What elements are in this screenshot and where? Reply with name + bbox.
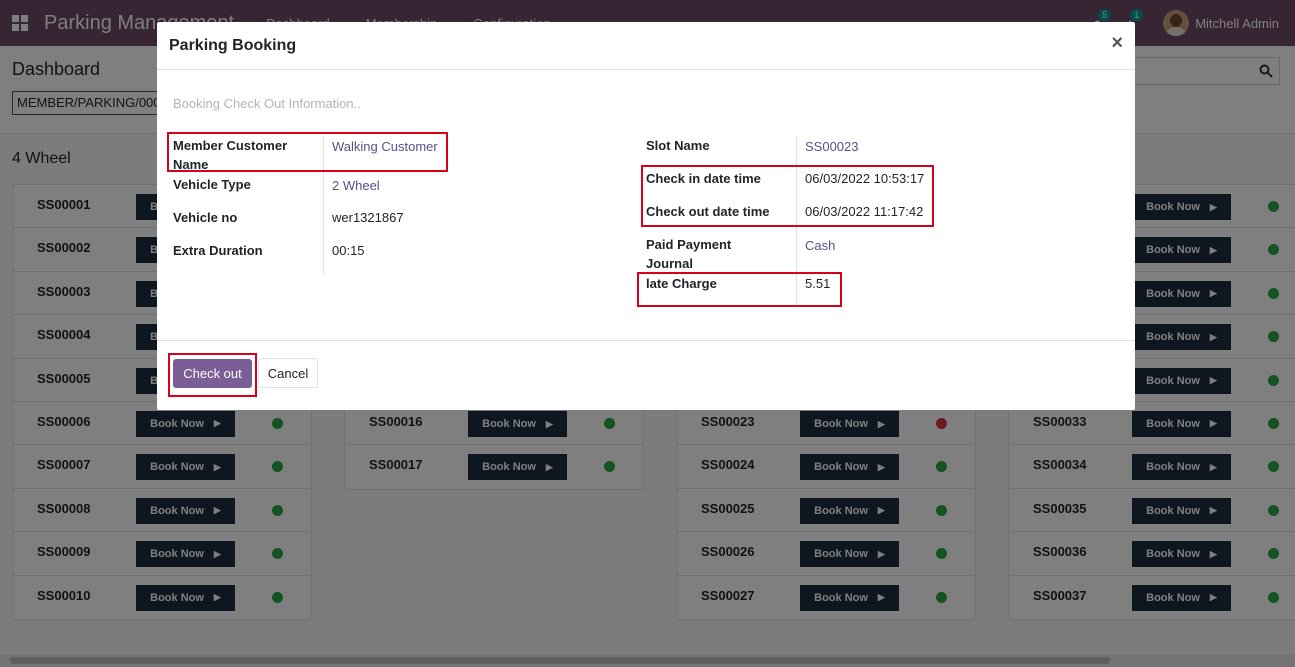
close-icon[interactable]: × [1111, 32, 1123, 55]
payment-journal-value[interactable]: Cash [805, 236, 835, 255]
modal-header: Parking Booking × [157, 22, 1135, 70]
highlight-check-out-button [168, 353, 257, 397]
modal-footer: Check out Cancel [157, 340, 1135, 410]
highlight-member-customer [167, 132, 448, 172]
vehicle-no-value: wer1321867 [332, 210, 404, 225]
extra-duration-value: 00:15 [332, 243, 365, 258]
highlight-late-charge [637, 272, 842, 307]
vehicle-type-value[interactable]: 2 Wheel [332, 176, 380, 195]
payment-journal-label-line1: Paid Payment [646, 237, 732, 252]
cancel-button[interactable]: Cancel [258, 358, 318, 388]
payment-journal-label: Paid Payment Journal [646, 235, 731, 273]
modal-subtitle: Booking Check Out Information.. [173, 96, 361, 111]
slot-name-value[interactable]: SS00023 [805, 137, 859, 156]
parking-booking-dialog: Parking Booking × Booking Check Out Info… [157, 22, 1135, 410]
payment-journal-label-line2: Journal [646, 256, 693, 271]
highlight-check-times [641, 165, 934, 227]
vehicle-no-label: Vehicle no [173, 210, 238, 225]
extra-duration-label: Extra Duration [173, 243, 263, 258]
modal-title: Parking Booking [169, 37, 297, 54]
vehicle-type-label: Vehicle Type [173, 177, 251, 192]
slot-name-label: Slot Name [646, 138, 710, 153]
